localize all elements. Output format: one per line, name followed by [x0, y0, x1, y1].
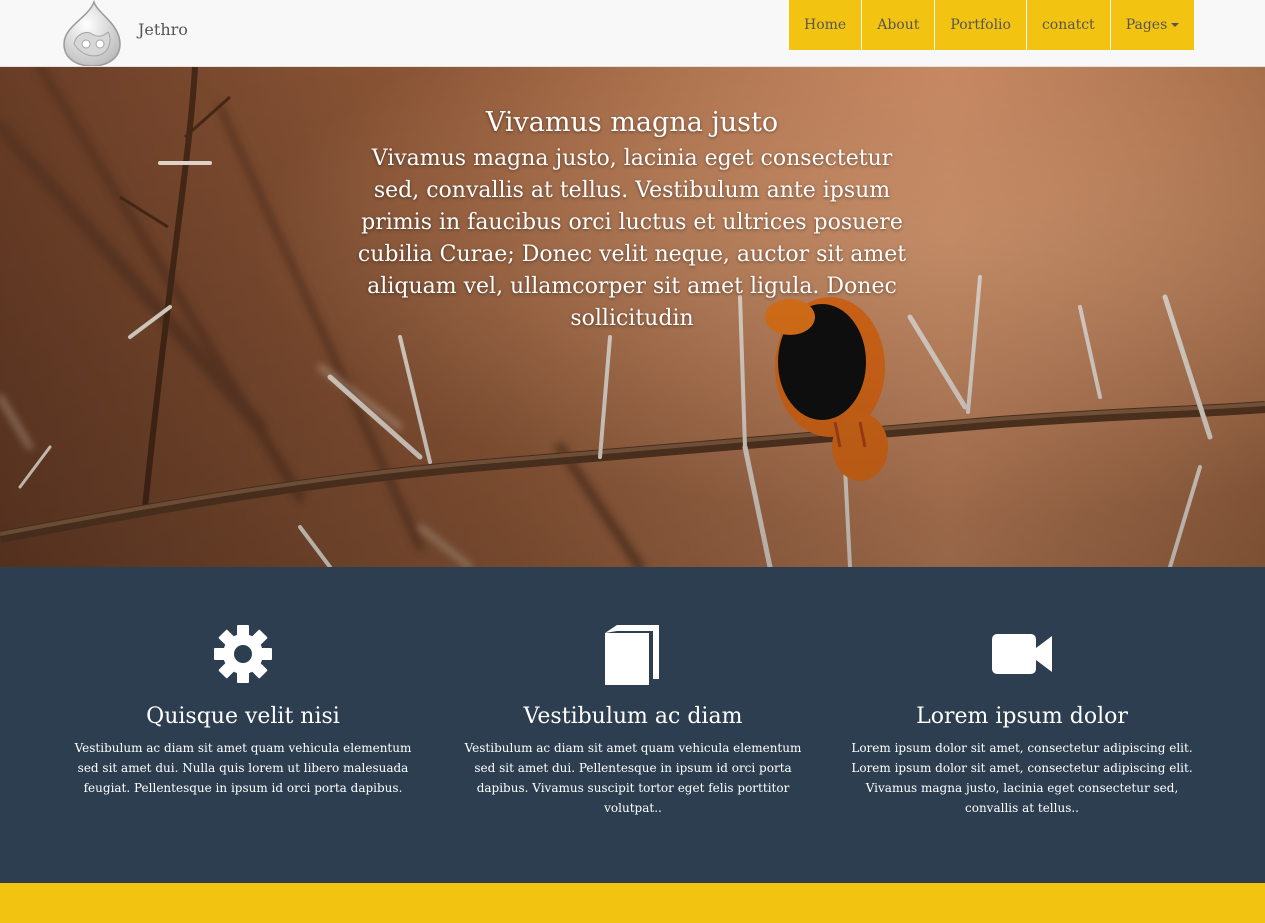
nav-label: About	[877, 17, 920, 33]
hero-banner: Vivamus magna justo Vivamus magna justo,…	[0, 67, 1265, 567]
feature-text: Lorem ipsum dolor sit amet, consectetur …	[851, 741, 1193, 815]
feature-column-book: Vestibulum ac diam Vestibulum ac diam si…	[458, 623, 808, 818]
hero-caption: Vivamus magna justo Vivamus magna justo,…	[352, 105, 912, 335]
feature-column-video: Lorem ipsum dolor Lorem ipsum dolor sit …	[847, 623, 1197, 818]
nav-label: Pages	[1125, 17, 1168, 33]
feature-title: Lorem ipsum dolor	[916, 704, 1128, 729]
brand-name[interactable]: Jethro	[138, 20, 188, 39]
nav-item-contact[interactable]: conatct	[1025, 0, 1110, 50]
nav-item-home[interactable]: Home	[789, 0, 862, 50]
caret-down-icon	[1171, 23, 1180, 27]
drupal-drop-icon[interactable]	[62, 0, 122, 67]
gear-icon	[68, 623, 418, 685]
book-icon	[458, 623, 808, 685]
nav-label: Home	[804, 17, 847, 33]
main-nav: Home About Portfolio conatct Pages	[789, 0, 1195, 50]
top-navbar: Jethro Home About Portfolio conatct Page…	[0, 0, 1265, 67]
feature-text: Vestibulum ac diam sit amet quam vehicul…	[464, 741, 802, 815]
feature-text: Vestibulum ac diam sit amet quam vehicul…	[74, 741, 412, 795]
feature-title: Vestibulum ac diam	[523, 704, 743, 729]
nav-label: conatct	[1041, 17, 1095, 33]
hero-title: Vivamus magna justo	[485, 107, 779, 138]
nav-item-about[interactable]: About	[861, 0, 935, 50]
feature-column-settings: Quisque velit nisi Vestibulum ac diam si…	[68, 623, 418, 798]
hero-body-text: Vivamus magna justo, lacinia eget consec…	[357, 146, 907, 331]
feature-title: Quisque velit nisi	[146, 704, 340, 729]
nav-item-pages-dropdown[interactable]: Pages	[1109, 0, 1195, 50]
features-section: Quisque velit nisi Vestibulum ac diam si…	[0, 567, 1265, 883]
footer-bar	[0, 883, 1265, 923]
nav-label: Portfolio	[950, 17, 1011, 33]
video-camera-icon	[847, 623, 1197, 685]
nav-item-portfolio[interactable]: Portfolio	[934, 0, 1026, 50]
